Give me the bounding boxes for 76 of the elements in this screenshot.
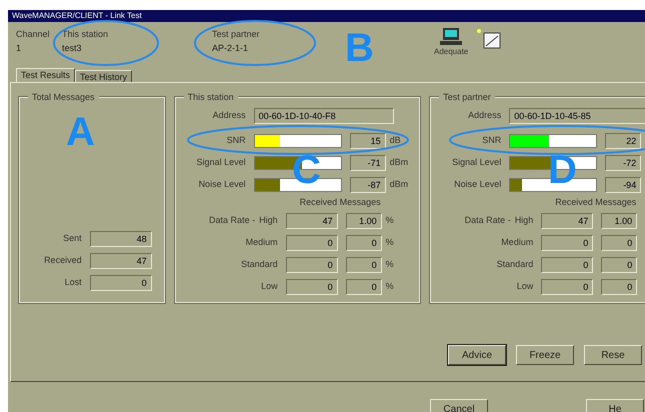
- dialog-button[interactable]: He: [586, 399, 644, 412]
- rate-label: Data Rate -: [209, 214, 256, 228]
- ratio-field: 0: [601, 257, 638, 273]
- dialog-button[interactable]: Rese: [584, 345, 642, 365]
- reading-field: -71: [350, 155, 386, 171]
- unit-label: dBm: [390, 156, 408, 170]
- count-label: Lost: [64, 276, 83, 290]
- count-field: 47: [541, 213, 594, 229]
- dialog-button[interactable]: Freeze: [516, 345, 574, 365]
- unit-label: %: [386, 214, 394, 228]
- address-label: Address: [468, 109, 502, 122]
- count-field: 0: [541, 279, 594, 295]
- address-field: 00-60-1D-10-45-85: [509, 108, 645, 124]
- reading-field: -87: [350, 177, 386, 193]
- window-title: WaveMANAGER/CLIENT - Link Test: [12, 12, 142, 20]
- unit-label: %: [386, 280, 394, 294]
- station-field: test3: [62, 42, 212, 55]
- dialog-button[interactable]: Advice: [448, 345, 506, 365]
- meter-label: SNR: [226, 134, 246, 148]
- count-label: Sent: [63, 232, 83, 246]
- rate-label: Data Rate -: [464, 214, 511, 228]
- laptop-icon: [440, 28, 462, 46]
- rate-label: Low: [516, 280, 534, 294]
- field-label: This station: [62, 28, 110, 41]
- rate-label: Medium: [501, 236, 534, 250]
- meter-label: SNR: [482, 134, 502, 148]
- group-title: Test partner: [439, 91, 495, 104]
- tab[interactable]: Test Results: [16, 68, 76, 82]
- rate-label: Standard: [496, 258, 534, 272]
- count-label: Received: [44, 254, 83, 268]
- ratio-field: 1.00: [601, 213, 638, 229]
- ratio-field: 0: [601, 235, 638, 251]
- reading-field: -72: [605, 155, 642, 171]
- meter-label: Signal Level: [452, 156, 502, 170]
- count-field: 47: [90, 253, 152, 269]
- channel-field: 1: [16, 42, 62, 55]
- tab[interactable]: Test History: [75, 70, 132, 82]
- meter-label: Noise Level: [198, 178, 246, 192]
- count-field: 0: [286, 279, 338, 295]
- ratio-field: 0: [601, 279, 638, 295]
- reading-field: 22: [605, 133, 642, 149]
- unit-label: dB: [390, 134, 401, 148]
- unit-label: %: [386, 258, 394, 272]
- count-field: 0: [90, 275, 152, 291]
- count-field: 0: [286, 235, 338, 251]
- meter-label: Noise Level: [454, 178, 502, 192]
- group-title: Total Messages: [28, 91, 99, 104]
- count-field: 0: [541, 235, 594, 251]
- rate-label: High: [259, 214, 278, 228]
- meter-label: Signal Level: [196, 156, 246, 170]
- field-label: Test partner: [212, 28, 261, 41]
- access-point-icon: [476, 28, 502, 50]
- ratio-field: 0: [346, 257, 382, 273]
- rate-label: High: [514, 214, 534, 228]
- section-title: Received Messages: [555, 196, 636, 209]
- unit-label: dBm: [390, 178, 408, 192]
- annotation-letter: A: [66, 112, 95, 152]
- reading-field: 15: [350, 133, 386, 149]
- field-label: Channel: [16, 28, 51, 41]
- rate-label: Low: [261, 280, 278, 294]
- count-field: 47: [286, 213, 338, 229]
- ratio-field: 0: [346, 235, 382, 251]
- rate-label: Medium: [246, 236, 278, 250]
- count-field: 0: [286, 257, 338, 273]
- ratio-field: 1.00: [346, 213, 382, 229]
- rate-label: Standard: [241, 258, 278, 272]
- link-quality-label: Adequate: [434, 46, 468, 58]
- unit-label: %: [386, 236, 394, 250]
- reading-field: -94: [605, 177, 642, 193]
- count-field: 48: [90, 231, 152, 247]
- address-label: Address: [212, 109, 246, 122]
- dialog-button[interactable]: Cancel: [430, 399, 488, 412]
- section-title: Received Messages: [300, 196, 381, 209]
- address-field: 00-60-1D-10-40-F8: [254, 108, 394, 124]
- ratio-field: 0: [346, 279, 382, 295]
- count-field: 0: [541, 257, 594, 273]
